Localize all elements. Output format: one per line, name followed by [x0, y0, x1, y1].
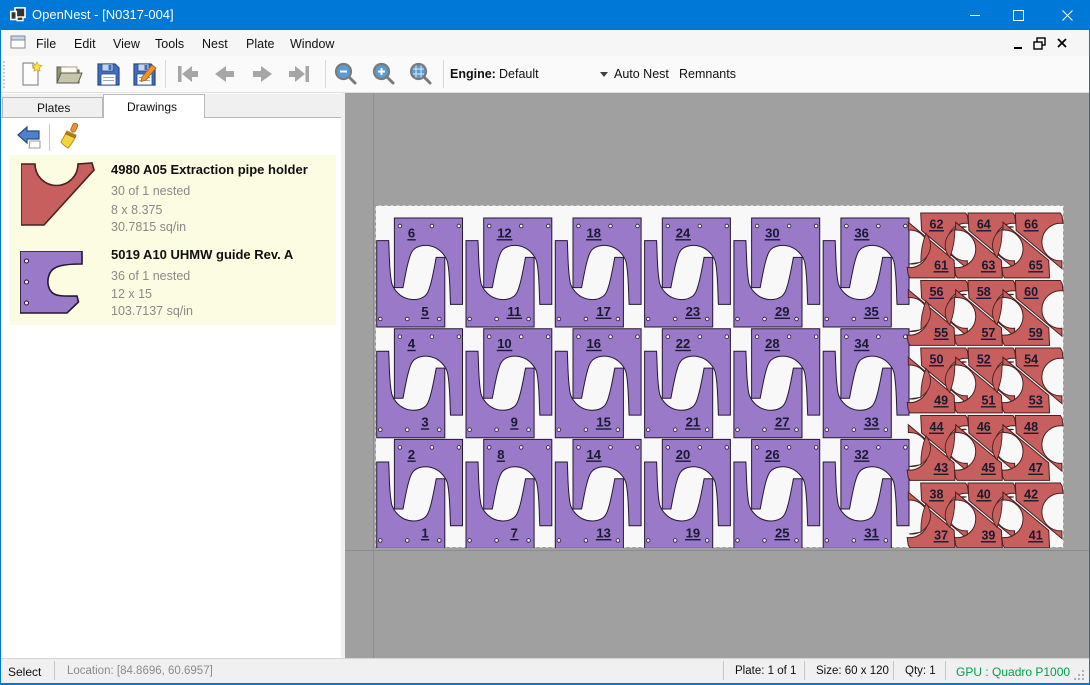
- svg-text:46: 46: [977, 420, 991, 434]
- svg-text:7: 7: [511, 525, 518, 540]
- svg-text:61: 61: [934, 259, 948, 273]
- svg-text:59: 59: [1029, 326, 1043, 340]
- svg-text:53: 53: [1029, 394, 1043, 408]
- svg-text:4: 4: [408, 336, 416, 351]
- svg-text:12: 12: [497, 226, 511, 241]
- svg-text:60: 60: [1024, 285, 1038, 299]
- svg-text:24: 24: [676, 226, 691, 241]
- svg-text:10: 10: [497, 336, 511, 351]
- svg-text:38: 38: [930, 488, 944, 502]
- svg-text:51: 51: [981, 394, 995, 408]
- svg-text:37: 37: [934, 529, 948, 543]
- svg-text:63: 63: [981, 259, 995, 273]
- svg-text:64: 64: [977, 218, 991, 232]
- svg-text:65: 65: [1029, 259, 1043, 273]
- svg-text:52: 52: [977, 353, 991, 367]
- svg-text:16: 16: [587, 336, 601, 351]
- svg-text:55: 55: [934, 326, 948, 340]
- svg-text:3: 3: [421, 415, 428, 430]
- svg-text:32: 32: [854, 447, 868, 462]
- svg-text:47: 47: [1029, 461, 1043, 475]
- svg-text:2: 2: [408, 447, 415, 462]
- svg-text:44: 44: [930, 420, 944, 434]
- svg-text:34: 34: [854, 336, 869, 351]
- svg-text:41: 41: [1029, 529, 1043, 543]
- svg-text:35: 35: [864, 304, 878, 319]
- svg-text:49: 49: [934, 394, 948, 408]
- svg-text:5: 5: [421, 304, 428, 319]
- svg-text:23: 23: [686, 304, 700, 319]
- svg-text:27: 27: [775, 415, 789, 430]
- svg-text:13: 13: [596, 525, 610, 540]
- svg-text:30: 30: [765, 226, 779, 241]
- svg-text:33: 33: [864, 415, 878, 430]
- svg-text:56: 56: [930, 285, 944, 299]
- svg-text:62: 62: [930, 218, 944, 232]
- svg-text:39: 39: [981, 529, 995, 543]
- svg-text:42: 42: [1024, 488, 1038, 502]
- svg-text:9: 9: [511, 415, 518, 430]
- svg-text:57: 57: [981, 326, 995, 340]
- svg-text:8: 8: [497, 447, 504, 462]
- svg-text:11: 11: [507, 304, 521, 319]
- svg-text:66: 66: [1024, 218, 1038, 232]
- svg-text:26: 26: [765, 447, 779, 462]
- svg-text:22: 22: [676, 336, 690, 351]
- svg-text:1: 1: [421, 525, 428, 540]
- svg-text:36: 36: [854, 226, 868, 241]
- svg-text:40: 40: [977, 488, 991, 502]
- svg-text:54: 54: [1024, 353, 1038, 367]
- svg-text:21: 21: [686, 415, 700, 430]
- svg-text:15: 15: [596, 415, 610, 430]
- svg-text:31: 31: [864, 525, 878, 540]
- svg-text:25: 25: [775, 525, 789, 540]
- svg-text:20: 20: [676, 447, 690, 462]
- svg-text:18: 18: [587, 226, 601, 241]
- svg-text:43: 43: [934, 461, 948, 475]
- svg-text:58: 58: [977, 285, 991, 299]
- svg-text:14: 14: [587, 447, 602, 462]
- svg-text:29: 29: [775, 304, 789, 319]
- svg-text:6: 6: [408, 226, 415, 241]
- svg-text:17: 17: [596, 304, 610, 319]
- svg-text:48: 48: [1024, 420, 1038, 434]
- svg-text:28: 28: [765, 336, 779, 351]
- svg-text:19: 19: [686, 525, 700, 540]
- svg-text:45: 45: [981, 461, 995, 475]
- svg-text:50: 50: [930, 353, 944, 367]
